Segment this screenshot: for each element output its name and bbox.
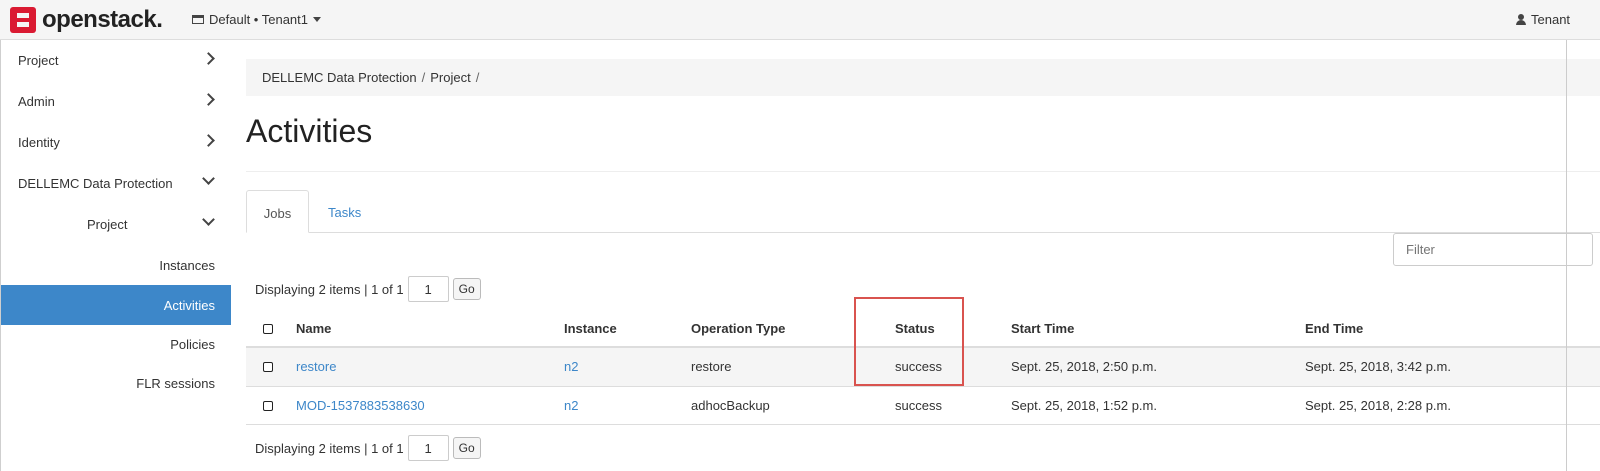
column-header-operation-type[interactable]: Operation Type [691,321,785,336]
sidebar-item-dp-project[interactable]: Project [1,204,231,244]
tab-bar: Jobs Tasks [246,190,1600,233]
chevron-right-icon [202,52,215,65]
openstack-logo-icon [10,7,36,33]
user-menu[interactable]: Tenant [1516,12,1570,27]
sidebar-item-policies[interactable]: Policies [1,324,231,364]
table-header-row: Name Instance Operation Type Status Star… [246,310,1600,348]
operation-type-cell: restore [691,359,732,374]
page-edge-divider [1566,40,1567,471]
sidebar-item-label: Project [18,53,59,68]
operation-type-cell: adhocBackup [691,398,770,413]
page-number-input[interactable] [407,435,449,461]
column-header-start-time[interactable]: Start Time [1011,321,1074,336]
brand-text: openstack. [42,6,163,33]
tenant-selector[interactable]: Default • Tenant1 [192,12,321,27]
sidebar-item-identity[interactable]: Identity [1,122,231,162]
pagination-summary: Displaying 2 items | 1 of 1 [255,440,404,456]
status-cell: success [895,398,942,413]
status-cell: success [895,359,942,374]
sidebar-item-activities[interactable]: Activities [1,285,231,325]
breadcrumb-separator: / [421,70,426,85]
sidebar-item-label: FLR sessions [136,376,215,391]
sidebar-item-instances[interactable]: Instances [1,245,231,285]
column-header-status[interactable]: Status [895,321,935,336]
job-name-link[interactable]: MOD-1537883538630 [296,398,425,413]
sidebar-item-project[interactable]: Project [1,40,231,80]
end-time-cell: Sept. 25, 2018, 2:28 p.m. [1305,398,1451,413]
pagination-bottom: Displaying 2 items | 1 of 1 Go [255,435,481,461]
openstack-logo[interactable]: openstack. [10,5,163,35]
job-name-link[interactable]: restore [296,359,336,374]
page-title: Activities [246,113,373,149]
table-row: restore n2 restore success Sept. 25, 201… [246,348,1600,387]
filter-input[interactable] [1393,233,1593,266]
select-all-checkbox[interactable] [263,324,273,334]
top-navbar: openstack. Default • Tenant1 Tenant [0,0,1600,40]
go-button[interactable]: Go [452,437,481,459]
column-header-end-time[interactable]: End Time [1305,321,1363,336]
sidebar-item-flr-sessions[interactable]: FLR sessions [1,363,231,403]
start-time-cell: Sept. 25, 2018, 1:52 p.m. [1011,398,1157,413]
start-time-cell: Sept. 25, 2018, 2:50 p.m. [1011,359,1157,374]
column-header-name[interactable]: Name [296,321,331,336]
row-checkbox[interactable] [263,362,273,372]
end-time-cell: Sept. 25, 2018, 3:42 p.m. [1305,359,1451,374]
chevron-right-icon [202,134,215,147]
tab-jobs[interactable]: Jobs [246,190,309,233]
user-label: Tenant [1531,12,1571,27]
user-icon [1516,14,1526,25]
caret-down-icon [313,17,321,22]
row-checkbox[interactable] [263,401,273,411]
tenant-icon [192,15,204,24]
breadcrumb-separator: / [475,70,480,85]
chevron-down-icon [202,213,215,226]
pagination-summary: Displaying 2 items | 1 of 1 [255,281,404,297]
breadcrumb-item[interactable]: DELLEMC Data Protection [262,70,417,85]
breadcrumb-item[interactable]: Project [430,70,470,85]
divider [246,171,1600,172]
tab-tasks[interactable]: Tasks [328,190,361,233]
sidebar-item-label: Instances [159,258,215,273]
instance-link[interactable]: n2 [564,359,578,374]
sidebar-item-label: Identity [18,135,60,150]
breadcrumb: DELLEMC Data Protection / Project / [246,59,1600,96]
pagination-top: Displaying 2 items | 1 of 1 Go [255,276,481,302]
chevron-right-icon [202,93,215,106]
sidebar-item-dellemc-data-protection[interactable]: DELLEMC Data Protection [1,163,231,203]
sidebar-item-label: Admin [18,94,55,109]
table-row: MOD-1537883538630 n2 adhocBackup success… [246,387,1600,425]
sidebar-item-label: DELLEMC Data Protection [18,176,173,191]
sidebar-item-label: Policies [170,337,215,352]
go-button[interactable]: Go [452,278,481,300]
sidebar-item-label: Project [87,217,128,232]
tenant-label: Default • Tenant1 [209,12,308,27]
sidebar-item-label: Activities [163,298,215,313]
instance-link[interactable]: n2 [564,398,578,413]
sidebar-item-admin[interactable]: Admin [1,81,231,121]
column-header-instance[interactable]: Instance [564,321,617,336]
chevron-down-icon [202,172,215,185]
page-number-input[interactable] [407,276,449,302]
sidebar: Project Admin Identity DELLEMC Data Prot… [0,40,231,471]
